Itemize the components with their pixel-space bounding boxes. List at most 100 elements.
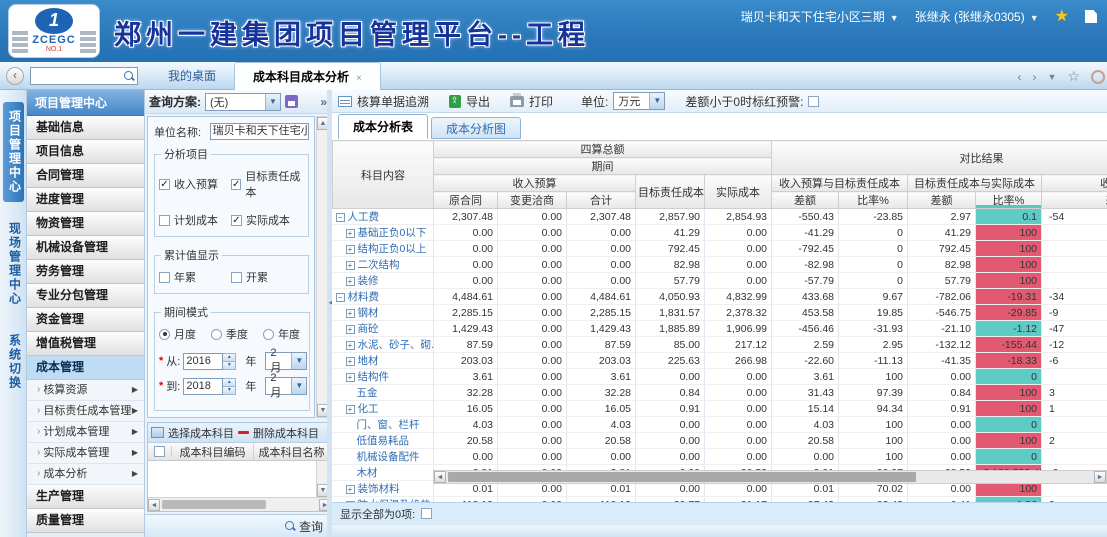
header-ratio-1[interactable]: 比率% (839, 192, 908, 209)
expand-icon[interactable]: + (346, 485, 355, 494)
subject-name-link[interactable]: 基础正负0以下 (358, 227, 427, 239)
expand-icon[interactable]: + (346, 373, 355, 382)
subject-name-link[interactable]: 商砼 (358, 323, 379, 335)
rail-item[interactable]: 现场管理中心 (3, 214, 24, 314)
cumulative-checkbox[interactable]: 开累 (231, 269, 306, 285)
favorite-tab-icon[interactable]: ☆ (1067, 68, 1080, 85)
menu-search-box[interactable] (30, 67, 138, 85)
collapse-icon[interactable]: − (336, 293, 345, 302)
unit-select[interactable]: 万元 ▼ (613, 92, 665, 110)
sidebar-subitem[interactable]: ›实际成本管理▶ (27, 443, 144, 464)
tab-cost-analysis[interactable]: 成本科目成本分析× (234, 62, 381, 90)
expand-icon[interactable]: + (346, 245, 355, 254)
analysis-checkbox[interactable]: ✓收入预算 (159, 168, 231, 200)
analysis-checkbox-box[interactable]: ✓ (159, 179, 170, 190)
to-year-input[interactable]: 2018 (183, 378, 223, 395)
select-all-checkbox[interactable] (154, 446, 165, 457)
subject-name-link[interactable]: 低值易耗品 (357, 435, 410, 447)
subject-name-link[interactable]: 化工 (358, 403, 379, 415)
scrollbar-thumb[interactable] (162, 500, 266, 509)
subject-name-link[interactable]: 机械设备配件 (357, 451, 420, 463)
delete-subject-icon[interactable] (238, 431, 249, 434)
sidebar-item[interactable]: 成本管理 (27, 356, 144, 380)
spinner-up-icon[interactable]: ▲ (223, 379, 235, 386)
analysis-checkbox[interactable]: 计划成本 (159, 212, 231, 228)
header-original-contract[interactable]: 原合同 (434, 192, 498, 209)
export-button[interactable]: 导出 (466, 93, 490, 110)
period-radio[interactable]: 季度 (211, 326, 263, 342)
header-change-negotiation[interactable]: 变更洽商 (498, 192, 567, 209)
rail-item[interactable]: 系统切换 (3, 326, 24, 398)
project-selector[interactable]: 瑞贝卡和天下住宅小区三期▼ (741, 8, 899, 25)
header-diff-1[interactable]: 差额 (772, 192, 839, 209)
table-horizontal-scrollbar[interactable]: ◄ ► (433, 470, 1107, 484)
spinner-down-icon[interactable]: ▼ (223, 361, 235, 369)
subject-horizontal-scrollbar[interactable]: ◄ ► (148, 497, 331, 511)
spinner-down-icon[interactable]: ▼ (223, 386, 235, 394)
subject-name-link[interactable]: 门、窗、栏杆 (357, 419, 420, 431)
subject-name-link[interactable]: 地材 (358, 355, 379, 367)
close-icon[interactable]: × (356, 73, 362, 84)
sidebar-item[interactable]: 物资管理 (27, 212, 144, 236)
chevron-down-icon[interactable]: ▼ (649, 93, 664, 109)
sidebar-item[interactable]: 增值税管理 (27, 332, 144, 356)
more-options-icon[interactable]: » (320, 95, 327, 109)
search-icon[interactable] (123, 70, 135, 82)
scroll-left-icon[interactable]: ◄ (148, 499, 160, 511)
period-radio-circle[interactable] (159, 329, 170, 340)
sidebar-item[interactable]: 生产管理 (27, 485, 144, 509)
to-year-spinner[interactable]: ▲▼ (223, 378, 236, 395)
warn-checkbox[interactable] (808, 96, 819, 107)
subject-name-link[interactable]: 结构件 (358, 371, 390, 383)
analysis-checkbox-box[interactable]: ✓ (231, 215, 242, 226)
sidebar-item[interactable]: 机械设备管理 (27, 236, 144, 260)
tab-my-desktop[interactable]: 我的桌面 (150, 62, 234, 90)
spinner-up-icon[interactable]: ▲ (223, 354, 235, 361)
sidebar-item[interactable]: 劳务管理 (27, 260, 144, 284)
analysis-checkbox-box[interactable] (159, 215, 170, 226)
sidebar-item[interactable]: 资金管理 (27, 308, 144, 332)
period-radio[interactable]: 年度 (263, 326, 307, 342)
sidebar-item[interactable]: 基础信息 (27, 116, 144, 140)
select-subject-icon[interactable] (151, 427, 164, 438)
analysis-checkbox[interactable]: ✓实际成本 (231, 212, 306, 228)
header-diff-3[interactable]: 差额 (1042, 192, 1107, 209)
cumulative-checkbox-box[interactable] (231, 272, 242, 283)
expand-icon[interactable]: + (346, 325, 355, 334)
subject-name-link[interactable]: 钢材 (358, 307, 379, 319)
back-button[interactable]: ‹ (6, 67, 24, 85)
sidebar-subitem[interactable]: ›计划成本管理▶ (27, 422, 144, 443)
collapse-icon[interactable]: − (336, 213, 345, 222)
cumulative-checkbox[interactable]: 年累 (159, 269, 231, 285)
expand-icon[interactable]: + (346, 405, 355, 414)
scroll-left-icon[interactable]: ◄ (434, 471, 446, 483)
menu-search-input[interactable] (31, 70, 119, 86)
delete-subject-button[interactable]: 删除成本科目 (253, 425, 319, 441)
show-zero-checkbox[interactable] (421, 508, 432, 519)
header-actual-cost[interactable]: 实际成本 (705, 175, 772, 209)
scroll-right-icon[interactable]: ► (1094, 471, 1106, 483)
subject-name-link[interactable]: 水泥、砂子、砌... (358, 339, 434, 351)
expand-icon[interactable]: + (346, 277, 355, 286)
header-sum[interactable]: 合计 (567, 192, 636, 209)
subject-name-link[interactable]: 结构正负0以上 (358, 243, 427, 255)
sidebar-item[interactable]: 进度管理 (27, 188, 144, 212)
subject-name-link[interactable]: 五金 (357, 387, 378, 399)
sidebar-item[interactable]: 合同管理 (27, 164, 144, 188)
chevron-down-icon[interactable]: ▼ (291, 353, 306, 369)
expand-icon[interactable]: + (346, 229, 355, 238)
print-button[interactable]: 打印 (529, 93, 553, 110)
subject-name-link[interactable]: 二次结构 (358, 259, 400, 271)
analysis-checkbox-box[interactable]: ✓ (231, 179, 241, 190)
favorites-star-icon[interactable]: ★ (1055, 9, 1069, 25)
to-month-select[interactable]: 2月 ▼ (265, 377, 307, 395)
sidebar-subitem[interactable]: ›目标责任成本管理▶ (27, 401, 144, 422)
expand-icon[interactable]: + (346, 309, 355, 318)
expand-icon[interactable]: + (346, 261, 355, 270)
period-radio-circle[interactable] (211, 329, 222, 340)
analysis-checkbox[interactable]: ✓目标责任成本 (231, 168, 306, 200)
sidebar-subitem[interactable]: ›核算资源▶ (27, 380, 144, 401)
chevron-down-icon[interactable]: ▼ (265, 94, 280, 110)
tab-list-dropdown-icon[interactable]: ▼ (1048, 72, 1057, 82)
period-radio[interactable]: 月度 (159, 326, 211, 342)
